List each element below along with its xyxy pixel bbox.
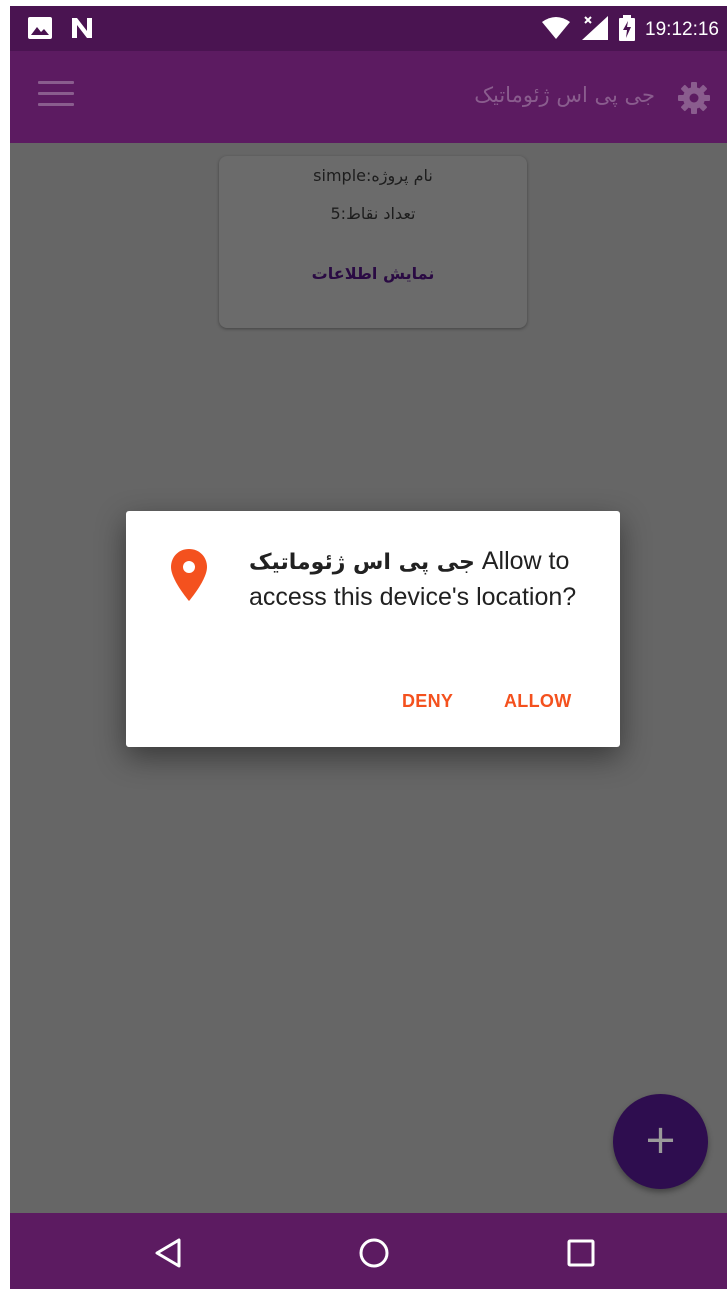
wifi-icon	[541, 16, 571, 44]
phone-screen: 19:12:16 جی پی اس ژئوماتیک نام پروژه:sim…	[10, 6, 727, 1289]
system-nav-bar	[10, 1213, 727, 1289]
image-icon	[28, 17, 52, 43]
location-pin-icon	[169, 547, 209, 603]
allow-button[interactable]: ALLOW	[504, 683, 571, 719]
deny-button[interactable]: DENY	[402, 683, 453, 719]
n-logo-icon	[70, 17, 94, 43]
project-card[interactable]: نام پروژه:simple تعداد نقاط:5 نمایش اطلا…	[219, 156, 527, 328]
dialog-allow-prefix: Allow	[481, 547, 542, 575]
app-bar: جی پی اس ژئوماتیک	[10, 51, 727, 143]
project-name: نام پروژه:simple	[313, 166, 433, 185]
cell-signal-icon	[581, 15, 609, 45]
app-title: جی پی اس ژئوماتیک	[474, 83, 655, 107]
add-icon: +	[643, 1117, 678, 1163]
add-project-fab[interactable]: +	[613, 1094, 708, 1189]
recents-icon[interactable]	[561, 1233, 601, 1273]
point-count: تعداد نقاط:5	[330, 204, 416, 223]
dialog-app-name: جی پی اس ژئوماتیک	[249, 550, 475, 575]
location-permission-dialog: جی پی اس ژئوماتیک Allow to access this d…	[126, 511, 620, 747]
home-icon[interactable]	[354, 1233, 394, 1273]
back-icon[interactable]	[149, 1233, 189, 1273]
gear-icon[interactable]	[677, 81, 711, 115]
status-time: 19:12:16	[645, 19, 719, 40]
battery-charging-icon	[619, 15, 636, 45]
hamburger-menu-icon[interactable]	[38, 81, 74, 111]
permission-message: جی پی اس ژئوماتیک Allow to access this d…	[249, 544, 589, 615]
status-bar: 19:12:16	[10, 6, 727, 51]
status-bar-left	[28, 17, 94, 43]
show-info-link[interactable]: نمایش اطلاعات	[219, 264, 527, 283]
status-bar-right: 19:12:16	[541, 15, 719, 45]
